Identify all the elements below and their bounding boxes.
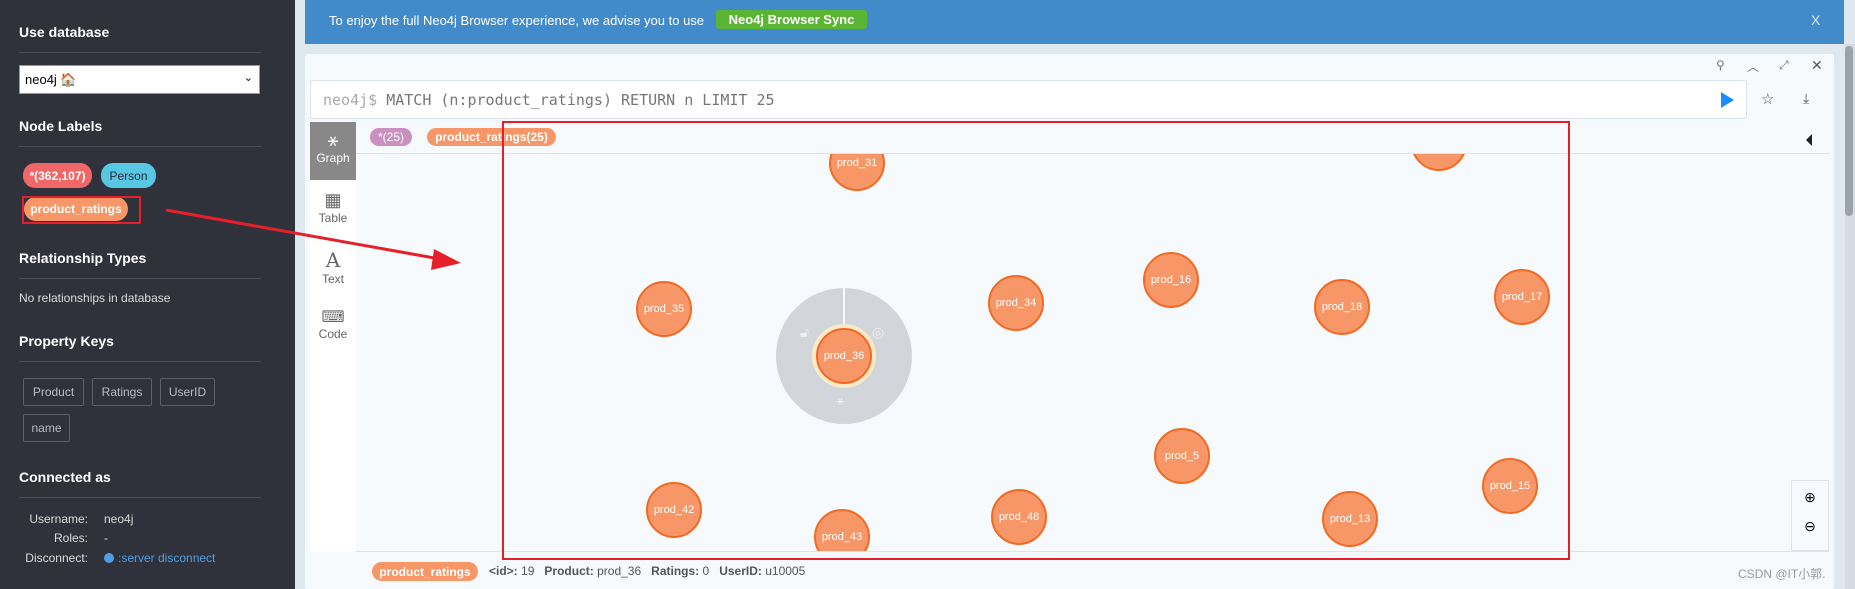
ratings-key: Ratings: <box>651 564 700 578</box>
annotation-arrow <box>165 208 461 270</box>
product-value: prod_36 <box>597 564 642 578</box>
userid-value: u10005 <box>765 564 806 578</box>
id-key: <id>: <box>489 564 518 578</box>
status-properties: <id>: 19 Product: prod_36 Ratings: 0 Use… <box>489 564 805 578</box>
userid-key: UserID: <box>719 564 762 578</box>
scrollbar[interactable] <box>1845 44 1855 589</box>
status-node-label[interactable]: product_ratings <box>372 562 478 581</box>
product-key: Product: <box>544 564 594 578</box>
scrollbar-thumb[interactable] <box>1845 46 1853 216</box>
watermark: CSDN @IT小郭. <box>1738 567 1826 581</box>
id-value: 19 <box>521 564 535 578</box>
ratings-value: 0 <box>702 564 710 578</box>
